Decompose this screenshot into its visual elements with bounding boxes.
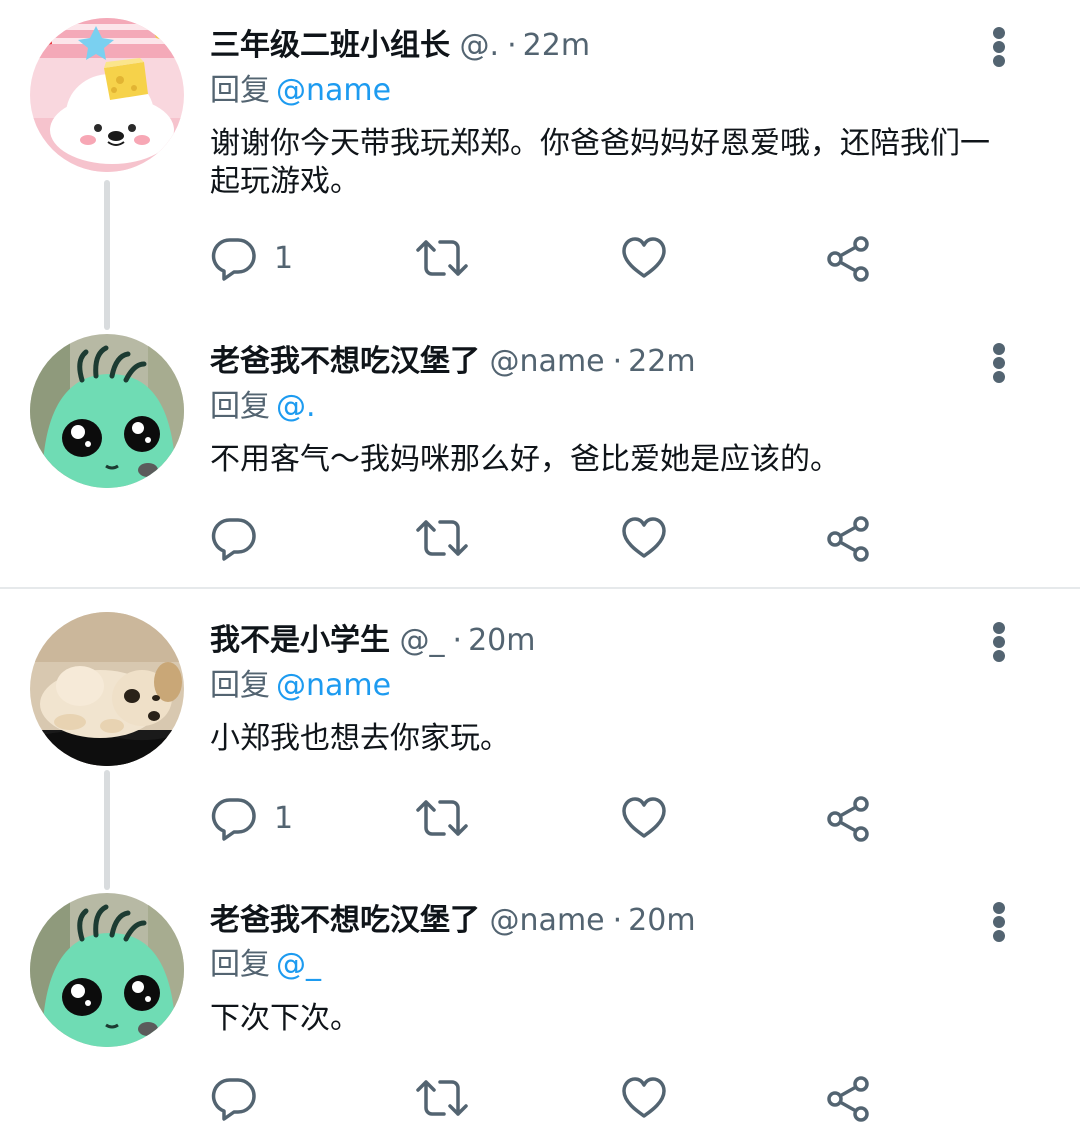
- reply-icon: [211, 1078, 256, 1121]
- like-icon: [622, 797, 666, 838]
- tweet-text: 小郑我也想去你家玩。: [210, 721, 510, 756]
- reply-to-mention[interactable]: @name: [276, 668, 391, 703]
- replying-to: 回复 @name: [210, 666, 391, 706]
- action-bar: [210, 1073, 890, 1123]
- timestamp[interactable]: 20m: [468, 623, 535, 658]
- handle[interactable]: @name: [490, 344, 605, 379]
- avatar[interactable]: [30, 334, 184, 488]
- reply-button[interactable]: [210, 513, 274, 563]
- separator-dot: ·: [507, 28, 517, 63]
- share-icon: [827, 236, 869, 282]
- avatar[interactable]: [30, 18, 184, 172]
- timestamp[interactable]: 22m: [628, 344, 695, 379]
- tweet-text: 谢谢你今天带我玩郑郑。你爸爸妈妈好恩爱哦，还陪我们一起玩游戏。: [210, 126, 990, 199]
- green-creature-avatar-image: [30, 893, 184, 1047]
- puppy-avatar-image: [30, 612, 184, 766]
- more-vertical-icon[interactable]: [988, 24, 1010, 68]
- like-icon: [622, 517, 666, 558]
- display-name[interactable]: 老爸我不想吃汉堡了: [210, 344, 480, 379]
- share-icon: [827, 516, 869, 562]
- retweet-button[interactable]: [414, 233, 470, 283]
- tweet[interactable]: 老爸我不想吃汉堡了 @name · 22m 回复 @. 不用客气～我妈咪那么好，爸比爱…: [0, 310, 1080, 588]
- retweet-icon: [416, 800, 468, 836]
- reply-button[interactable]: 1: [210, 793, 293, 843]
- separator-dot: ·: [612, 903, 623, 938]
- action-bar: 1: [210, 233, 890, 283]
- handle[interactable]: @name: [490, 903, 605, 938]
- replying-to: 回复 @.: [210, 387, 316, 427]
- share-button[interactable]: [824, 233, 872, 283]
- more-vertical-icon[interactable]: [988, 899, 1010, 943]
- reply-icon: [211, 518, 256, 561]
- share-icon: [827, 796, 869, 842]
- reply-label: 回复: [210, 389, 270, 424]
- reply-icon: [211, 238, 256, 281]
- retweet-button[interactable]: [414, 1073, 470, 1123]
- thread-line: [104, 180, 110, 330]
- tweet[interactable]: 三年级二班小组长 @. · 22m 回复 @name 谢谢你今天带我玩郑郑。你爸爸妈妈…: [0, 0, 1080, 330]
- reply-count: 1: [274, 800, 294, 836]
- retweet-button[interactable]: [414, 513, 470, 563]
- retweet-icon: [416, 520, 468, 556]
- reply-to-mention[interactable]: @name: [276, 73, 391, 108]
- reply-to-mention[interactable]: @.: [276, 389, 316, 424]
- like-button[interactable]: [620, 793, 668, 843]
- reply-count: 1: [274, 240, 294, 276]
- retweet-button[interactable]: [414, 793, 470, 843]
- reply-icon: [211, 798, 256, 841]
- timestamp[interactable]: 22m: [523, 28, 590, 63]
- like-icon: [622, 237, 666, 278]
- handle[interactable]: @.: [460, 28, 500, 63]
- thread-line: [104, 770, 110, 890]
- action-bar: [210, 513, 890, 563]
- reply-label: 回复: [210, 947, 270, 982]
- tweet-header: 我不是小学生 @_ · 20m: [210, 619, 536, 663]
- display-name[interactable]: 老爸我不想吃汉堡了: [210, 903, 480, 938]
- retweet-icon: [416, 240, 468, 276]
- tweet-header: 老爸我不想吃汉堡了 @name · 20m: [210, 899, 696, 943]
- like-icon: [622, 1077, 666, 1118]
- reply-button[interactable]: 1: [210, 233, 293, 283]
- green-creature-avatar-image: [30, 334, 184, 488]
- tweet-header: 老爸我不想吃汉堡了 @name · 22m: [210, 340, 696, 384]
- display-name[interactable]: 三年级二班小组长: [210, 28, 450, 63]
- separator-dot: ·: [612, 344, 623, 379]
- share-button[interactable]: [824, 1073, 872, 1123]
- timestamp[interactable]: 20m: [628, 903, 695, 938]
- tweet-text: 不用客气～我妈咪那么好，爸比爱她是应该的。: [210, 442, 840, 477]
- tweet[interactable]: 老爸我不想吃汉堡了 @name · 20m 回复 @_ 下次下次。: [0, 880, 1080, 1136]
- retweet-icon: [416, 1080, 468, 1116]
- like-button[interactable]: [620, 233, 668, 283]
- reply-button[interactable]: [210, 1073, 274, 1123]
- action-bar: 1: [210, 793, 890, 843]
- tweet-header: 三年级二班小组长 @. · 22m: [210, 24, 590, 68]
- like-button[interactable]: [620, 513, 668, 563]
- reply-label: 回复: [210, 73, 270, 108]
- reply-label: 回复: [210, 668, 270, 703]
- avatar[interactable]: [30, 893, 184, 1047]
- share-button[interactable]: [824, 513, 872, 563]
- separator-dot: ·: [452, 623, 463, 658]
- share-button[interactable]: [824, 793, 872, 843]
- replying-to: 回复 @name: [210, 71, 391, 111]
- display-name[interactable]: 我不是小学生: [210, 623, 390, 658]
- tweet-text: 下次下次。: [210, 1001, 360, 1036]
- more-vertical-icon[interactable]: [988, 619, 1010, 663]
- tweet[interactable]: 我不是小学生 @_ · 20m 回复 @name 小郑我也想去你家玩。 1: [0, 590, 1080, 890]
- reply-to-mention[interactable]: @_: [276, 947, 321, 982]
- share-icon: [827, 1076, 869, 1122]
- thread-divider: [0, 587, 1080, 589]
- handle[interactable]: @_: [400, 623, 445, 658]
- like-button[interactable]: [620, 1073, 668, 1123]
- seal-avatar-image: [30, 18, 184, 172]
- avatar[interactable]: [30, 612, 184, 766]
- replying-to: 回复 @_: [210, 945, 321, 985]
- more-vertical-icon[interactable]: [988, 340, 1010, 384]
